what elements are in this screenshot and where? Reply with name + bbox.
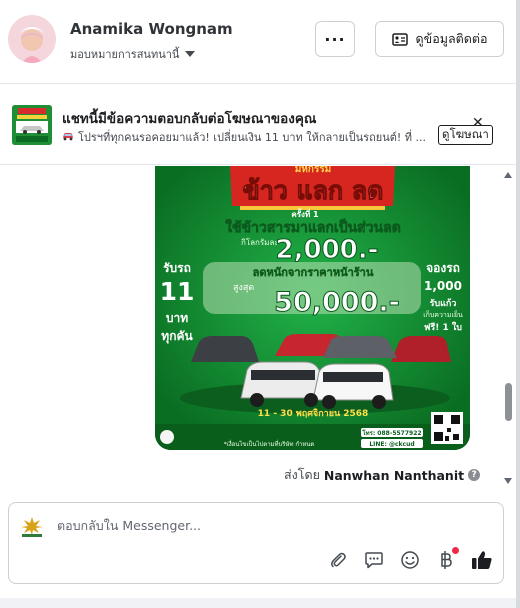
scroll-up-arrow[interactable] <box>504 172 512 178</box>
ad-text-t9: 50,000.- <box>274 287 400 318</box>
user-avatar[interactable] <box>8 15 56 63</box>
ad-thumbnail[interactable] <box>12 105 52 145</box>
scroll-down-arrow[interactable] <box>504 478 512 484</box>
assign-conversation-label: มอบหมายการสนทนานี้ <box>70 48 180 61</box>
conversation-panel: Anamika Wongnam มอบหมายการสนทนานี้ ··· ด… <box>0 0 516 598</box>
ad-text-t1: มหกรรม <box>295 166 332 175</box>
assign-conversation-dropdown[interactable]: มอบหมายการสนทนานี้ <box>70 45 196 63</box>
ad-text-left3: บาท <box>166 311 188 325</box>
ad-terms: *เงื่อนไขเป็นไปตามที่บริษัท กำหนด <box>224 439 315 448</box>
more-icon: ··· <box>324 29 346 49</box>
reply-composer <box>8 502 504 584</box>
close-icon[interactable]: ✕ <box>472 116 484 130</box>
ad-image-message[interactable]: มหกรรม ข้าว แลก ลด ครั้งที่ 1 ใช้ข้าวสาร… <box>155 166 470 450</box>
reply-input[interactable] <box>57 514 457 536</box>
baht-icon[interactable] <box>435 547 459 571</box>
caret-down-icon <box>185 51 196 57</box>
message-thread: มหกรรม ข้าว แลก ลด ครั้งที่ 1 ใช้ข้าวสาร… <box>0 166 516 494</box>
page-logo <box>18 513 46 541</box>
ad-line: LINE: @ckcud <box>369 441 414 448</box>
ad-text-t3: ครั้งที่ 1 <box>291 208 319 219</box>
ad-text-right5: ฟรี! 1 ใบ <box>424 321 462 333</box>
ad-text-right1: จองรถ <box>426 261 460 275</box>
ad-text-t5: กิโลกรัมละ <box>241 237 279 247</box>
view-ad-link[interactable]: ดูโฆษณา <box>438 125 493 145</box>
ad-reply-preview-text: โปรฯที่ทุกคนรอคอยมาแล้ว! เปลี่ยนเงิน 11 … <box>78 131 427 144</box>
ad-text-right3: รับแก้ว <box>430 298 457 309</box>
contact-name: Anamika Wongnam <box>70 20 233 38</box>
scrollbar-thumb[interactable] <box>505 383 512 421</box>
info-icon[interactable]: ? <box>468 469 481 481</box>
ad-text-t7: ลดหนักจากราคาหน้าร้าน <box>253 266 374 279</box>
emoji-icon[interactable] <box>399 549 421 571</box>
ad-text-left4: ทุกคัน <box>161 329 193 344</box>
view-contact-info-button[interactable]: ดูข้อมูลติดต่อ <box>375 21 504 57</box>
saved-reply-icon[interactable] <box>363 549 385 571</box>
sent-by-name: Nanwhan Nanthanit <box>323 467 465 483</box>
sent-by-prefix: ส่งโดย <box>284 467 320 482</box>
ad-reply-title: แชทนี้มีข้อความตอบกลับต่อโฆษณาของคุณ <box>62 111 317 127</box>
notification-dot <box>452 547 459 554</box>
view-contact-info-label: ดูข้อมูลติดต่อ <box>415 31 488 46</box>
composer-toolbar <box>327 547 493 571</box>
ad-reply-banner: แชทนี้มีข้อความตอบกลับต่อโฆษณาของคุณ โปร… <box>0 85 516 165</box>
ad-text-right2: 1,000 <box>424 279 462 293</box>
ad-text-left2: 11 <box>160 277 195 306</box>
ad-text-t2: ข้าว แลก ลด <box>243 176 384 205</box>
sent-by-line: ส่งโดย Nanwhan Nanthanit ? <box>284 465 481 485</box>
more-options-button[interactable]: ··· <box>315 21 355 57</box>
ad-text-left1: รับรถ <box>163 261 191 275</box>
contact-card-icon <box>391 32 408 46</box>
ad-tel: โทร: 088-5577922 <box>361 429 421 437</box>
conversation-header: Anamika Wongnam มอบหมายการสนทนานี้ ··· ด… <box>0 0 516 84</box>
ad-text-t8: สูงสุด <box>233 283 254 293</box>
like-icon[interactable] <box>471 549 493 571</box>
attachment-icon[interactable] <box>327 549 349 571</box>
ad-text-t6: 2,000.- <box>276 235 379 265</box>
window-edge <box>516 0 520 608</box>
ad-text-t4: ใช้ข้าวสารมาแลกเป็นส่วนลด <box>225 218 401 236</box>
ad-reply-preview: โปรฯที่ทุกคนรอคอยมาแล้ว! เปลี่ยนเงิน 11 … <box>62 128 434 146</box>
car-emoji-icon <box>62 131 74 144</box>
ad-date: 11 - 30 พฤศจิกายน 2568 <box>258 408 369 419</box>
ad-text-right4: เก็บความเย็น <box>423 310 463 319</box>
